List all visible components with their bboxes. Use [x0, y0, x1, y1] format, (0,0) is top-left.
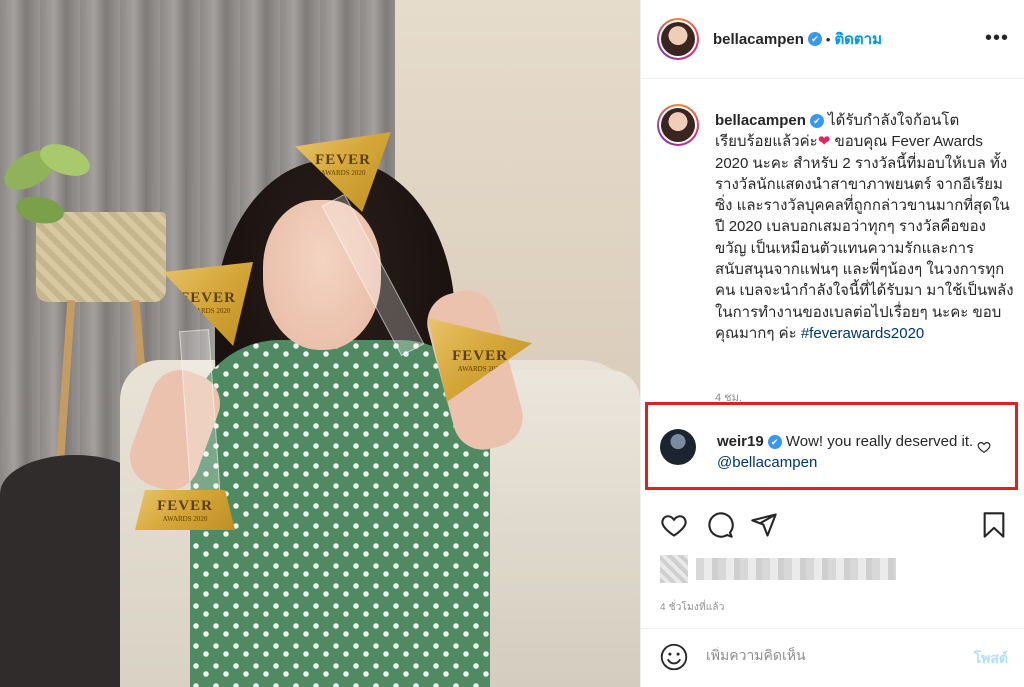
- caption-username[interactable]: bellacampen: [715, 112, 806, 129]
- hashtag-link[interactable]: #feverawards2020: [801, 325, 924, 342]
- verified-icon: ✔: [809, 114, 824, 129]
- comment-icon[interactable]: [706, 511, 734, 539]
- author-username[interactable]: bellacampen: [713, 31, 804, 48]
- mention-link[interactable]: @bellacampen: [717, 454, 817, 471]
- comment-input[interactable]: [706, 647, 946, 663]
- follow-button[interactable]: ติดตาม: [834, 27, 882, 51]
- plant-leaves: [4, 144, 90, 224]
- bookmark-icon[interactable]: [980, 511, 1008, 539]
- author-avatar[interactable]: [657, 18, 699, 60]
- verified-icon: ✔: [807, 32, 822, 46]
- heart-icon[interactable]: [977, 440, 991, 454]
- heart-emoji: ❤: [817, 133, 831, 151]
- action-bar: [640, 503, 1024, 549]
- post-photo[interactable]: FEVER AWARDS 2020 FEVER AWARDS 2020 FEVE…: [0, 0, 640, 687]
- comment: weir19 ✔ Wow! you really deserved it. @be…: [717, 431, 977, 473]
- post-timestamp[interactable]: 4 ชั่วโมงที่แล้ว: [660, 600, 725, 615]
- caption-body: ขอบคุณ Fever Awards 2020 นะคะ สำหรับ 2 ร…: [715, 133, 1014, 342]
- separator-dot: •: [825, 31, 831, 47]
- post-comment-button[interactable]: โพสต์: [974, 648, 1008, 670]
- verified-icon: ✔: [767, 435, 782, 450]
- likes-summary-blurred: [660, 547, 910, 591]
- heart-icon[interactable]: [660, 511, 688, 539]
- commenter-username[interactable]: weir19: [717, 433, 764, 450]
- post-header: bellacampen ✔ • ติดตาม •••: [641, 0, 1024, 79]
- trophy-base: FEVER AWARDS 2020: [135, 490, 235, 530]
- caption-text: bellacampen ✔ ได้รับกำลังใจก้อนโต เรียบร้…: [715, 110, 1015, 344]
- emoji-icon[interactable]: [660, 643, 688, 671]
- commenter-avatar[interactable]: [660, 429, 696, 465]
- blurred-avatar: [660, 555, 688, 583]
- comment-body: Wow! you really deserved it.: [785, 433, 974, 450]
- caption-avatar[interactable]: [657, 104, 699, 146]
- add-comment-bar: โพสต์: [640, 628, 1024, 687]
- share-icon[interactable]: [750, 511, 778, 539]
- trophy-subtitle: AWARDS 2020: [162, 515, 208, 523]
- more-icon[interactable]: •••: [985, 28, 1009, 48]
- trophy-title: FEVER: [157, 498, 213, 514]
- blurred-likes-text: [696, 558, 896, 580]
